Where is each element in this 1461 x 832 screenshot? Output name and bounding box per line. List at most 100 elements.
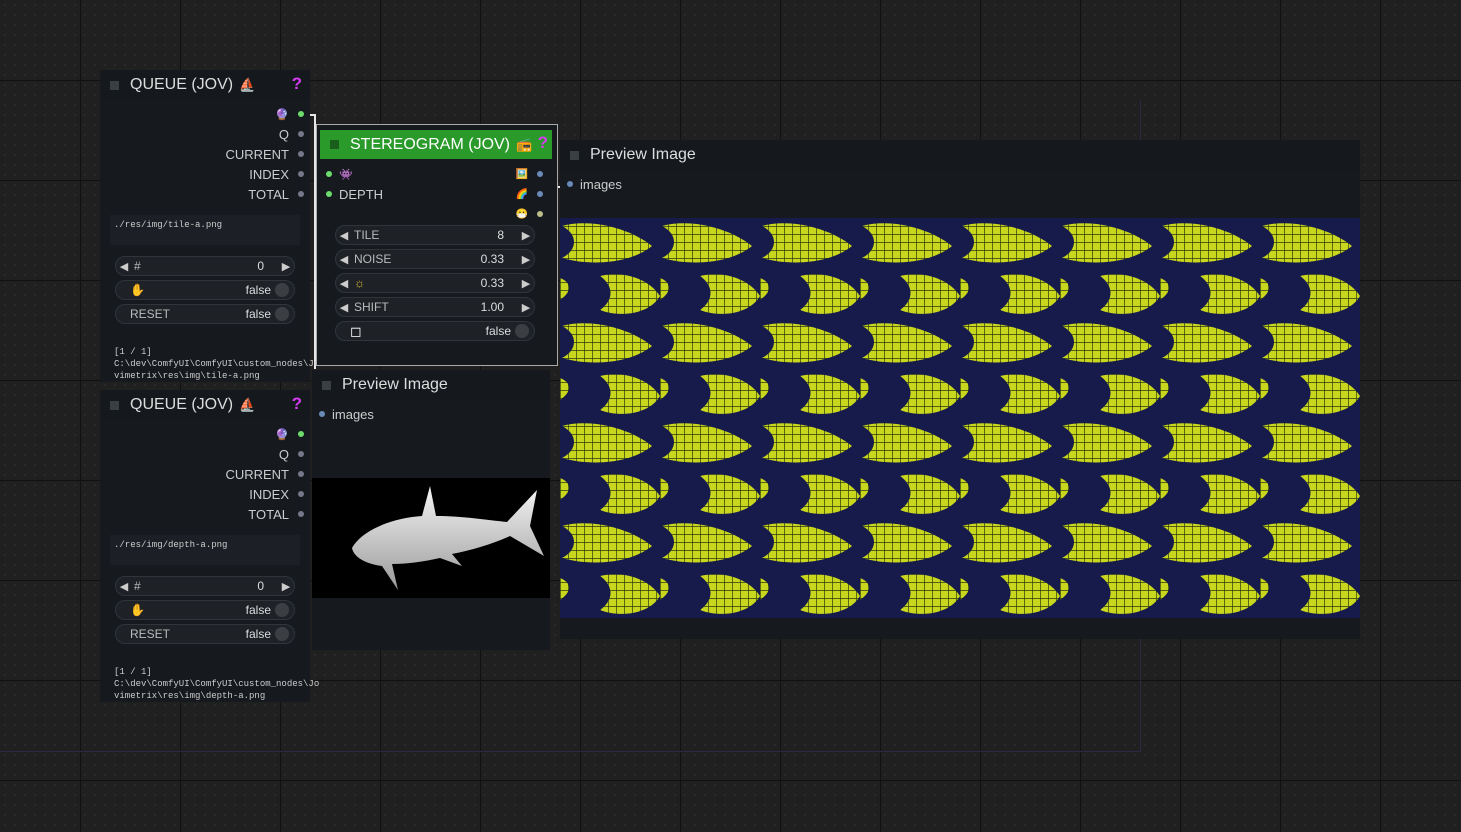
help-icon[interactable]: ? bbox=[538, 133, 548, 153]
widget-value: 1.00 bbox=[480, 300, 504, 314]
output-label: INDEX bbox=[249, 486, 289, 502]
output-q[interactable]: Q bbox=[279, 124, 310, 144]
node-title-bar[interactable]: Preview Image bbox=[312, 370, 550, 400]
increment-arrow-icon[interactable]: ▶ bbox=[278, 580, 294, 593]
invert-toggle-widget[interactable]: ◻ false bbox=[335, 321, 535, 341]
output-slot[interactable] bbox=[298, 511, 304, 517]
decrement-arrow-icon[interactable]: ◀ bbox=[116, 580, 132, 593]
input-depth[interactable]: DEPTH bbox=[319, 184, 383, 204]
output-slot[interactable] bbox=[298, 491, 304, 497]
status-line: [1 / 1] bbox=[114, 347, 152, 357]
preview-image-node-stereogram[interactable]: Preview Image images bbox=[560, 140, 1360, 639]
path-textarea[interactable]: ./res/img/depth-a.png bbox=[110, 535, 300, 565]
toggle-knob[interactable] bbox=[275, 283, 289, 297]
input-slot[interactable] bbox=[326, 191, 332, 197]
node-title-bar[interactable]: STEREOGRAM (JOV) 📻 ? bbox=[320, 130, 552, 159]
input-slot[interactable] bbox=[319, 411, 325, 417]
node-graph-canvas[interactable]: QUEUE (JOV) ⛵ ? 🔮 Q CURRENT INDEX TOTAL … bbox=[0, 0, 1461, 832]
shark-depth-image bbox=[352, 486, 544, 590]
crystal-ball-icon: 🔮 bbox=[275, 428, 289, 441]
noise-widget[interactable]: ◀ NOISE 0.33 ▶ bbox=[335, 249, 535, 269]
queue-node-tile[interactable]: QUEUE (JOV) ⛵ ? 🔮 Q CURRENT INDEX TOTAL … bbox=[100, 70, 319, 382]
output-slot[interactable] bbox=[298, 151, 304, 157]
output-image[interactable]: 🖼️ bbox=[516, 164, 549, 184]
output-slot[interactable] bbox=[298, 111, 304, 117]
hold-toggle-widget[interactable]: ✋ false bbox=[115, 280, 295, 300]
widget-value: 0.33 bbox=[480, 276, 504, 290]
input-slot[interactable] bbox=[326, 171, 332, 177]
index-number-widget[interactable]: ◀ # 0 ▶ bbox=[115, 256, 295, 276]
output-slot[interactable] bbox=[298, 171, 304, 177]
path-textarea[interactable]: ./res/img/tile-a.png bbox=[110, 215, 300, 245]
stereogram-pattern bbox=[560, 218, 1360, 618]
output-label: Q bbox=[278, 126, 289, 142]
output-rgb[interactable]: 🌈 bbox=[516, 184, 549, 204]
queue-node-depth[interactable]: QUEUE (JOV) ⛵ ? 🔮 Q CURRENT INDEX TOTAL … bbox=[100, 390, 319, 702]
hold-toggle-widget[interactable]: ✋ false bbox=[115, 600, 295, 620]
output-current[interactable]: CURRENT bbox=[225, 464, 310, 484]
shift-widget[interactable]: ◀ SHIFT 1.00 ▶ bbox=[335, 297, 535, 317]
increment-arrow-icon[interactable]: ▶ bbox=[518, 277, 534, 290]
status-line: [1 / 1] bbox=[114, 667, 152, 677]
status-line: vimetrix\res\img\depth-a.png bbox=[114, 691, 266, 701]
output-slot[interactable] bbox=[298, 191, 304, 197]
output-slot[interactable] bbox=[298, 471, 304, 477]
collapse-toggle[interactable] bbox=[330, 140, 339, 149]
decrement-arrow-icon[interactable]: ◀ bbox=[116, 260, 132, 273]
output-slot[interactable] bbox=[537, 211, 543, 217]
output-any[interactable]: 🔮 bbox=[275, 424, 310, 444]
status-text: [1 / 1] C:\dev\ComfyUI\ComfyUI\custom_nod… bbox=[114, 346, 319, 382]
increment-arrow-icon[interactable]: ▶ bbox=[518, 253, 534, 266]
output-slot[interactable] bbox=[298, 451, 304, 457]
node-title: QUEUE (JOV) bbox=[130, 396, 234, 413]
output-total[interactable]: TOTAL bbox=[248, 504, 310, 524]
picture-icon: 🖼️ bbox=[515, 168, 528, 180]
output-q[interactable]: Q bbox=[279, 444, 310, 464]
increment-arrow-icon[interactable]: ▶ bbox=[518, 301, 534, 314]
input-images[interactable]: images bbox=[312, 404, 374, 424]
output-slot[interactable] bbox=[298, 431, 304, 437]
collapse-toggle[interactable] bbox=[322, 380, 331, 390]
output-index[interactable]: INDEX bbox=[249, 484, 310, 504]
reset-toggle-widget[interactable]: RESET false bbox=[115, 624, 295, 644]
collapse-toggle[interactable] bbox=[570, 150, 579, 160]
decrement-arrow-icon[interactable]: ◀ bbox=[336, 253, 352, 266]
output-current[interactable]: CURRENT bbox=[225, 144, 310, 164]
node-title-bar[interactable]: QUEUE (JOV) ⛵ ? bbox=[100, 70, 310, 100]
node-title-bar[interactable]: QUEUE (JOV) ⛵ ? bbox=[100, 390, 310, 420]
gamma-widget[interactable]: ◀ ☼ 0.33 ▶ bbox=[335, 273, 535, 293]
help-icon[interactable]: ? bbox=[292, 394, 302, 414]
help-icon[interactable]: ? bbox=[292, 74, 302, 94]
toggle-knob[interactable] bbox=[275, 627, 289, 641]
decrement-arrow-icon[interactable]: ◀ bbox=[336, 301, 352, 314]
preview-image-node-depth[interactable]: Preview Image images bbox=[312, 370, 550, 650]
toggle-knob[interactable] bbox=[275, 603, 289, 617]
input-images[interactable]: images bbox=[560, 174, 622, 194]
toggle-knob[interactable] bbox=[515, 324, 529, 338]
tile-widget[interactable]: ◀ TILE 8 ▶ bbox=[335, 225, 535, 245]
input-pixel[interactable]: 👾 bbox=[319, 164, 353, 184]
collapse-toggle[interactable] bbox=[110, 400, 119, 410]
stereogram-node[interactable]: STEREOGRAM (JOV) 📻 ? 👾 DEPTH 🖼️ 🌈 😷 ◀ TI… bbox=[316, 124, 558, 366]
decrement-arrow-icon[interactable]: ◀ bbox=[336, 277, 352, 290]
widget-value: 0 bbox=[257, 579, 264, 593]
toggle-knob[interactable] bbox=[275, 307, 289, 321]
hand-icon: ✋ bbox=[130, 603, 145, 617]
input-slot[interactable] bbox=[567, 181, 573, 187]
increment-arrow-icon[interactable]: ▶ bbox=[518, 229, 534, 242]
collapse-toggle[interactable] bbox=[110, 80, 119, 90]
reset-toggle-widget[interactable]: RESET false bbox=[115, 304, 295, 324]
decrement-arrow-icon[interactable]: ◀ bbox=[336, 229, 352, 242]
output-mask[interactable]: 😷 bbox=[516, 204, 549, 224]
output-index[interactable]: INDEX bbox=[249, 164, 310, 184]
output-any[interactable]: 🔮 bbox=[275, 104, 310, 124]
widget-value: false bbox=[245, 627, 271, 641]
index-number-widget[interactable]: ◀ # 0 ▶ bbox=[115, 576, 295, 596]
node-title-bar[interactable]: Preview Image bbox=[560, 140, 1360, 170]
output-total[interactable]: TOTAL bbox=[248, 184, 310, 204]
widget-label: TILE bbox=[354, 228, 380, 242]
output-slot[interactable] bbox=[298, 131, 304, 137]
output-slot[interactable] bbox=[537, 191, 543, 197]
output-slot[interactable] bbox=[537, 171, 543, 177]
increment-arrow-icon[interactable]: ▶ bbox=[278, 260, 294, 273]
